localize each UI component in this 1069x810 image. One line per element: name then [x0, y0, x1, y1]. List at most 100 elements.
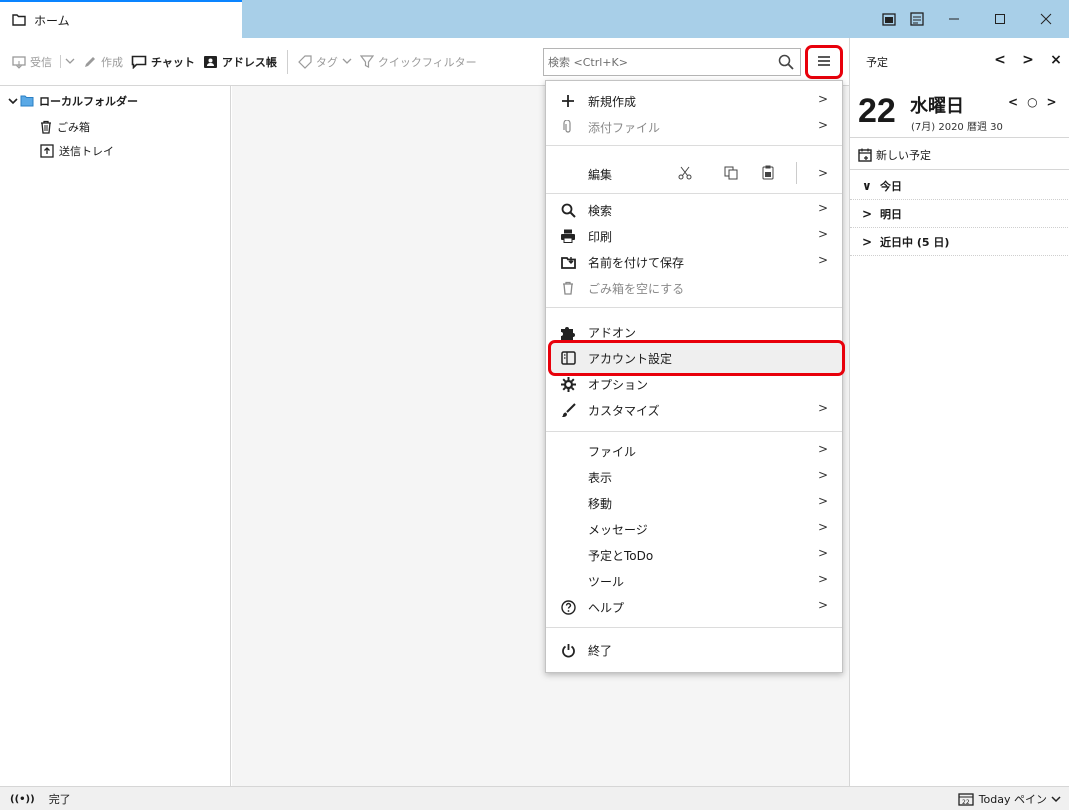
menu-customize[interactable]: カスタマイズ > [546, 397, 842, 423]
menu-new-label: 新規作成 [588, 95, 637, 109]
menu-separator [546, 431, 842, 432]
menu-new[interactable]: 新規作成 > [546, 88, 842, 114]
tab-home[interactable]: ホーム [0, 0, 242, 38]
maximize-button[interactable] [977, 0, 1023, 38]
tasks-tab-icon[interactable] [903, 0, 931, 38]
search-input[interactable] [548, 55, 768, 69]
menu-file-label: ファイル [588, 445, 637, 459]
menu-save-as[interactable]: 名前を付けて保存 > [546, 249, 842, 275]
folder-outbox[interactable]: 送信トレイ [0, 138, 230, 164]
menu-go[interactable]: 移動 > [546, 490, 842, 516]
agenda-tomorrow-label: 明日 [880, 207, 902, 221]
day-number: 22 [858, 92, 896, 130]
menu-go-label: 移動 [588, 497, 613, 511]
menu-quit[interactable]: 終了 [546, 637, 842, 663]
folder-icon [20, 95, 34, 107]
chevron-down-icon [1051, 795, 1061, 803]
scissors-icon[interactable] [678, 166, 692, 183]
menu-separator [546, 193, 842, 194]
menu-find[interactable]: 検索 > [546, 197, 842, 223]
pencil-icon [83, 55, 97, 69]
date-nav: < ○ > ⌄ [1008, 95, 1069, 109]
menu-help[interactable]: ヘルプ > [546, 594, 842, 620]
tag-icon [298, 54, 312, 69]
menu-view[interactable]: 表示 > [546, 464, 842, 490]
menu-account-settings-label: アカウント設定 [588, 352, 673, 366]
get-mail-label: 受信 [30, 55, 52, 69]
agenda-tomorrow[interactable]: > 明日 [850, 200, 1069, 228]
calendar-tab-icon[interactable] [875, 0, 903, 38]
menu-quit-label: 終了 [588, 644, 613, 658]
copy-icon[interactable] [724, 166, 738, 183]
paperclip-icon [559, 119, 577, 135]
menu-empty-trash[interactable]: ごみ箱を空にする [546, 275, 842, 301]
app-menu-button[interactable] [805, 45, 843, 79]
menu-options-label: オプション [588, 378, 649, 392]
chevron-right-icon: > [817, 92, 828, 106]
folder-icon [12, 14, 26, 26]
chevron-right-icon: > [817, 494, 828, 508]
search-box[interactable] [543, 48, 801, 76]
menu-attach[interactable]: 添付ファイル > [546, 114, 842, 140]
menu-file[interactable]: ファイル > [546, 438, 842, 464]
address-book-button[interactable]: アドレス帳 [199, 47, 281, 77]
hamburger-icon [817, 55, 831, 70]
weekday-label: 水曜日 [910, 96, 964, 117]
folder-trash[interactable]: ごみ箱 [0, 114, 230, 140]
chevron-down-icon[interactable] [8, 97, 18, 105]
agenda-today[interactable]: ∨ 今日 [850, 172, 1069, 200]
new-event-button[interactable]: 新しい予定 [850, 140, 1069, 170]
chevron-right-icon[interactable]: > [1047, 95, 1057, 109]
write-button[interactable]: 作成 [79, 47, 127, 77]
agenda-upcoming[interactable]: > 近日中 (5 日) [850, 228, 1069, 256]
close-icon[interactable]: × [1042, 52, 1069, 68]
today-pane-nav: < > × [986, 52, 1069, 68]
address-book-label: アドレス帳 [221, 55, 277, 69]
tag-label: タグ [315, 55, 338, 69]
status-bar: ((•)) 完了 22 Today ペイン [0, 786, 1069, 810]
search-icon [559, 202, 577, 218]
help-icon [559, 599, 577, 615]
today-circle-icon[interactable]: ○ [1027, 95, 1037, 109]
menu-account-settings[interactable]: アカウント設定 [546, 345, 842, 371]
menu-save-as-label: 名前を付けて保存 [588, 256, 685, 270]
today-pane-label: Today ペイン [978, 793, 1047, 806]
get-mail-button[interactable]: 受信 [8, 47, 79, 77]
chevron-down-icon[interactable] [60, 55, 75, 68]
paste-icon[interactable] [762, 165, 774, 183]
menu-tools[interactable]: ツール > [546, 568, 842, 594]
chevron-left-icon[interactable]: < [986, 52, 1014, 68]
chevron-left-icon[interactable]: < [1008, 95, 1018, 109]
menu-help-label: ヘルプ [588, 601, 625, 615]
online-status-icon[interactable]: ((•)) [10, 794, 35, 805]
chevron-right-icon: > [817, 442, 828, 456]
menu-attach-label: 添付ファイル [588, 121, 661, 135]
chevron-right-icon: > [817, 166, 828, 180]
chevron-right-icon: > [862, 206, 873, 221]
menu-edit-label: 編集 [588, 168, 613, 182]
date-subline: (7月) 2020 暦週 30 [911, 122, 1003, 133]
outbox-icon [40, 144, 54, 158]
folder-local-label: ローカルフォルダー [39, 95, 138, 108]
menu-print[interactable]: 印刷 > [546, 223, 842, 249]
menu-message[interactable]: メッセージ > [546, 516, 842, 542]
paintbrush-icon [559, 402, 577, 418]
address-book-icon [203, 55, 218, 69]
close-button[interactable] [1023, 0, 1069, 38]
chat-label: チャット [151, 55, 195, 69]
tag-button[interactable]: タグ [294, 47, 356, 77]
chat-button[interactable]: チャット [127, 47, 199, 77]
minimize-button[interactable] [931, 0, 977, 38]
quick-filter-button[interactable]: クイックフィルター [356, 47, 481, 77]
today-pane-toggle[interactable]: 22 Today ペイン [958, 791, 1061, 807]
menu-options[interactable]: オプション [546, 371, 842, 397]
menu-events-tasks[interactable]: 予定とToDo > [546, 542, 842, 568]
menu-message-label: メッセージ [588, 523, 648, 537]
menu-find-label: 検索 [588, 204, 613, 218]
trash-icon [40, 120, 52, 134]
search-icon[interactable] [778, 54, 794, 73]
menu-edit[interactable]: 編集 > [546, 158, 842, 190]
chevron-right-icon[interactable]: > [1014, 52, 1042, 68]
folder-local[interactable]: ローカルフォルダー [0, 88, 230, 114]
gear-icon [559, 376, 577, 392]
